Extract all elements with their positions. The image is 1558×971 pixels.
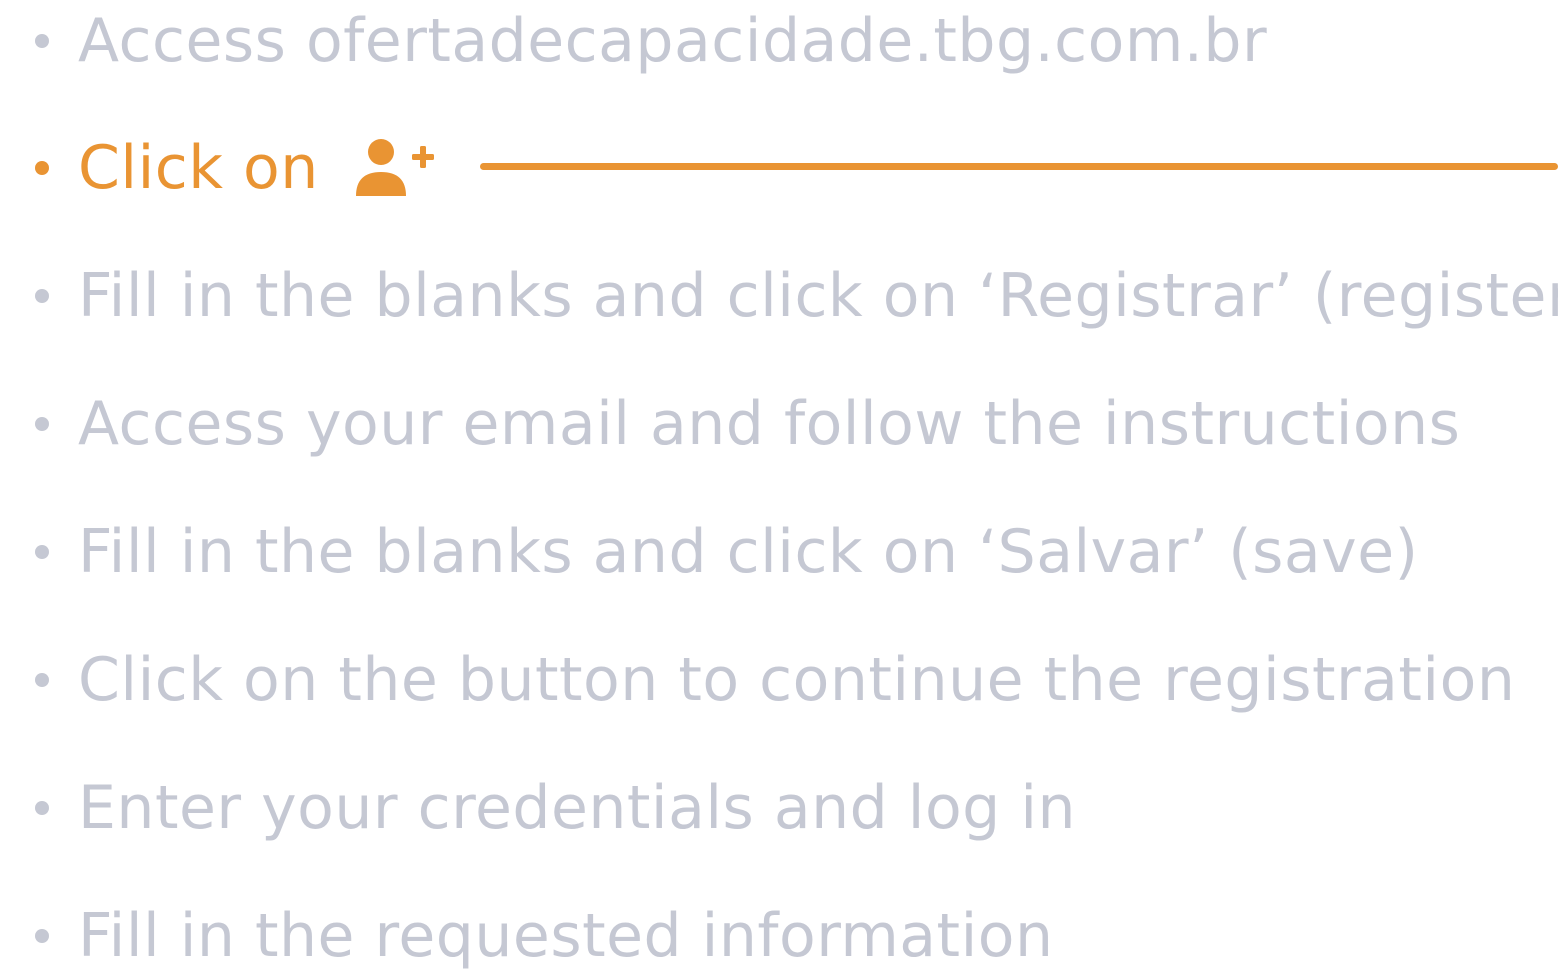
bullet — [35, 801, 49, 815]
step-label: Fill in the blanks and click on ‘Registr… — [78, 261, 1558, 331]
step-label: Access your email and follow the instruc… — [78, 389, 1461, 459]
step-continue-registration: Click on the button to continue the regi… — [0, 640, 1558, 720]
step-access-site: Access ofertadecapacidade.tbg.com.br — [0, 1, 1558, 81]
bullet — [35, 289, 49, 303]
step-access-email: Access your email and follow the instruc… — [0, 384, 1558, 464]
step-label: Fill in the blanks and click on ‘Salvar’… — [78, 517, 1419, 587]
bullet — [35, 673, 49, 687]
highlight-connector-line — [480, 163, 1558, 170]
bullet — [35, 545, 49, 559]
user-plus-icon — [354, 136, 438, 200]
step-label: Click on — [78, 133, 319, 203]
step-fill-register: Fill in the blanks and click on ‘Registr… — [0, 256, 1558, 336]
bullet — [35, 161, 49, 175]
step-label: Enter your credentials and log in — [78, 773, 1077, 843]
registration-steps-list: Access ofertadecapacidade.tbg.com.br Cli… — [0, 0, 1558, 971]
bullet — [35, 34, 49, 48]
bullet — [35, 417, 49, 431]
step-label: Click on the button to continue the regi… — [78, 645, 1516, 715]
step-fill-save: Fill in the blanks and click on ‘Salvar’… — [0, 512, 1558, 592]
step-label: Access ofertadecapacidade.tbg.com.br — [78, 6, 1268, 76]
step-login: Enter your credentials and log in — [0, 768, 1558, 848]
step-click-add-user: Click on — [0, 128, 1558, 208]
step-label: Fill in the requested information — [78, 901, 1054, 971]
step-fill-information: Fill in the requested information — [0, 896, 1558, 971]
bullet — [35, 929, 49, 943]
